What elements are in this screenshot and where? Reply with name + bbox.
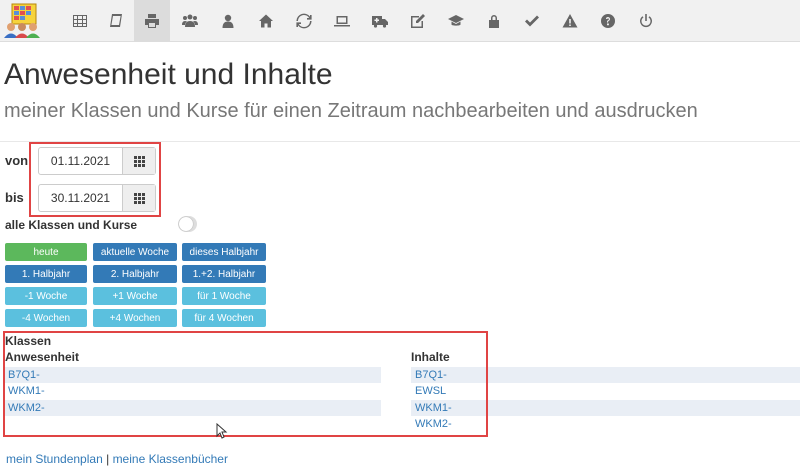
user-icon[interactable] [210,0,246,42]
page-subtitle: meiner Klassen und Kurse für einen Zeitr… [4,100,698,122]
heute-button[interactable]: heute [5,243,87,261]
halbjahr-1-2-button[interactable]: 1.+2. Halbjahr [182,265,266,283]
users-icon[interactable] [172,0,208,42]
klassen-highlight-box [3,331,488,437]
minus-4-wochen-button[interactable]: -4 Wochen [5,309,87,327]
edit-icon[interactable] [400,0,436,42]
help-icon[interactable] [590,0,626,42]
ambulance-icon[interactable] [362,0,398,42]
top-navbar [0,0,800,42]
warning-icon[interactable] [552,0,588,42]
mouse-cursor-icon [216,423,228,439]
bis-label: bis [5,190,24,205]
klassenbuecher-link[interactable]: meine Klassenbücher [113,452,228,466]
graduation-cap-icon[interactable] [438,0,474,42]
plus-4-wochen-button[interactable]: +4 Wochen [93,309,177,327]
laptop-icon[interactable] [324,0,360,42]
home-icon[interactable] [248,0,284,42]
lock-icon[interactable] [476,0,512,42]
minus-1-woche-button[interactable]: -1 Woche [5,287,87,305]
toggle-knob [179,217,193,231]
check-icon[interactable] [514,0,550,42]
halbjahr-1-button[interactable]: 1. Halbjahr [5,265,87,283]
stundenplan-link[interactable]: mein Stundenplan [6,452,103,466]
all-classes-toggle[interactable] [178,216,197,232]
print-icon[interactable] [134,0,170,42]
von-label: von [5,153,29,168]
dieses-halbjahr-button[interactable]: dieses Halbjahr [182,243,266,261]
footer-separator: | [106,452,110,466]
fuer-4-wochen-button[interactable]: für 4 Wochen [182,309,266,327]
halbjahr-2-button[interactable]: 2. Halbjahr [93,265,177,283]
page-title: Anwesenheit und Inhalte [4,58,333,91]
aktuelle-woche-button[interactable]: aktuelle Woche [93,243,177,261]
refresh-icon[interactable] [286,0,322,42]
book-icon[interactable] [98,0,134,42]
power-icon[interactable] [628,0,664,42]
app-logo[interactable] [3,2,41,40]
table-icon[interactable] [62,0,98,42]
footer-links: mein Stundenplan | meine Klassenbücher [6,452,228,466]
all-classes-label: alle Klassen und Kurse [5,218,138,232]
fuer-1-woche-button[interactable]: für 1 Woche [182,287,266,305]
date-highlight-box [29,142,161,217]
plus-1-woche-button[interactable]: +1 Woche [93,287,177,305]
